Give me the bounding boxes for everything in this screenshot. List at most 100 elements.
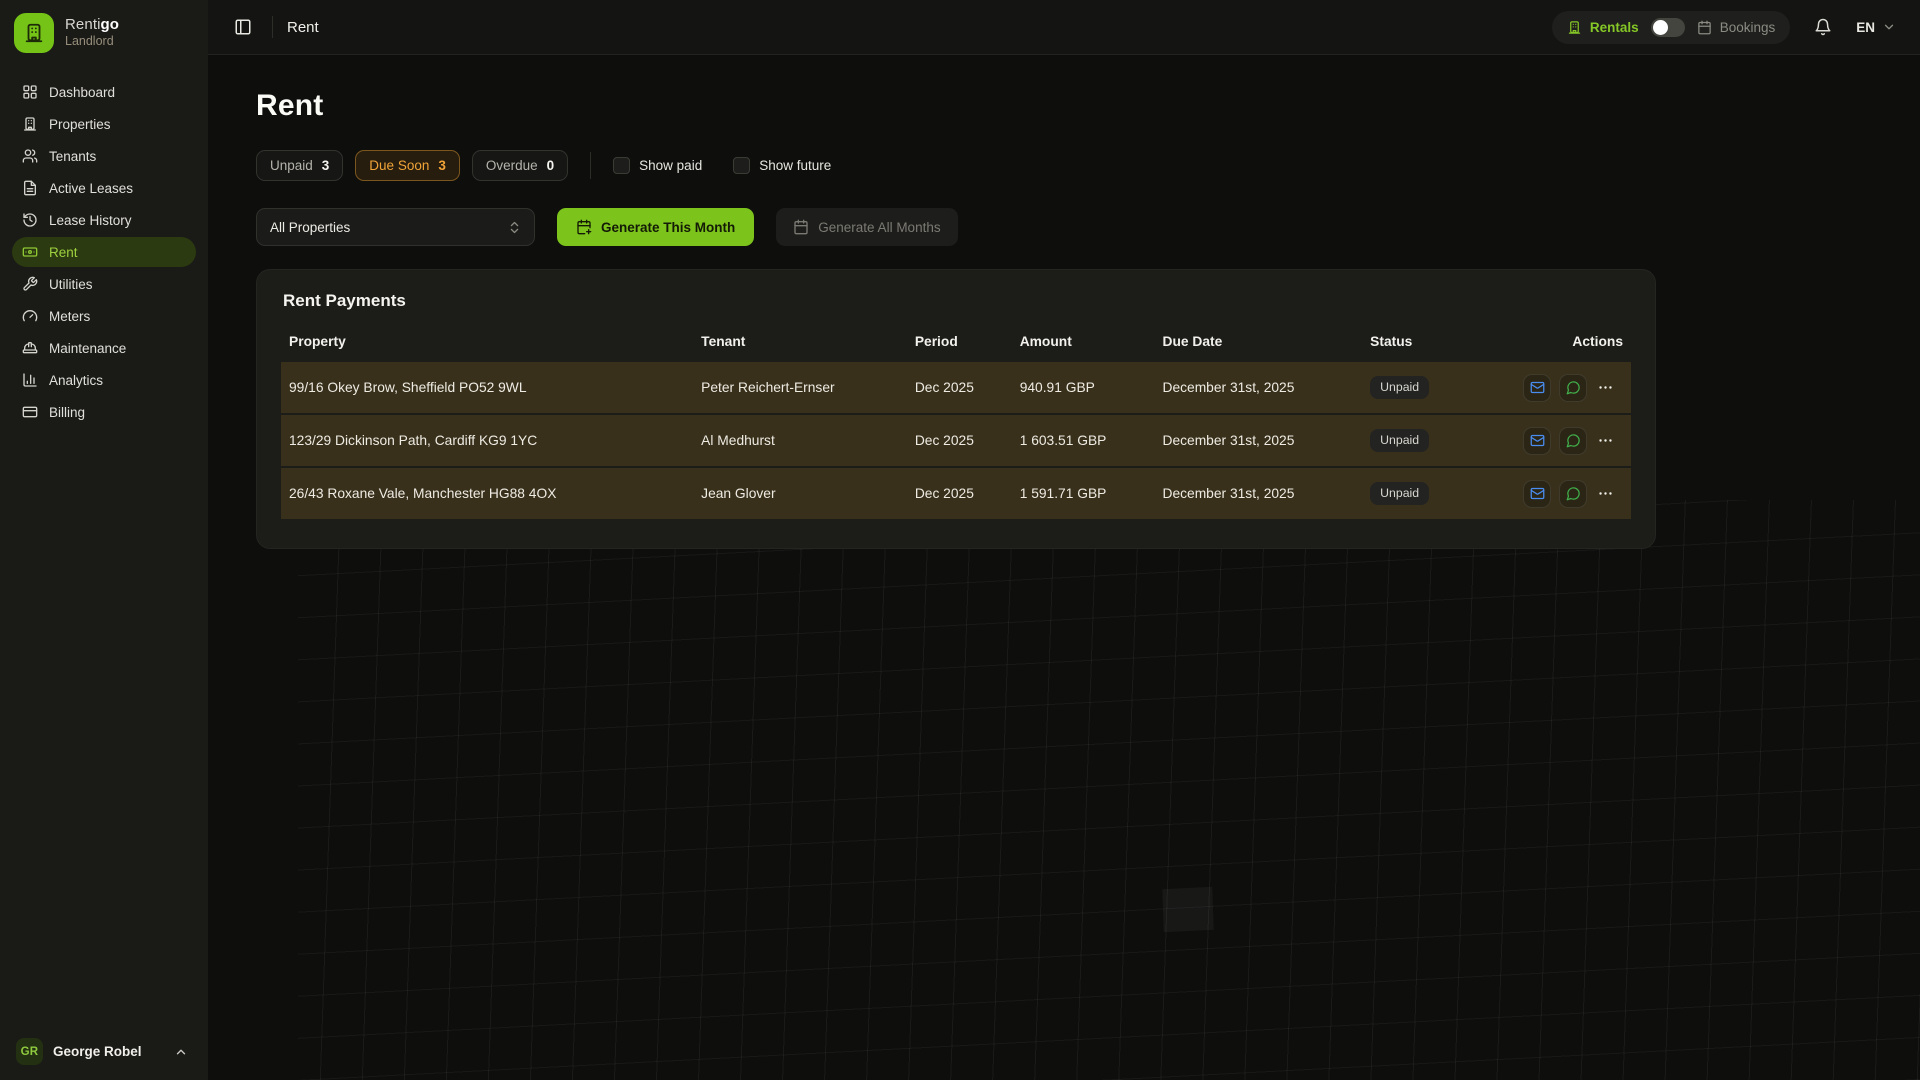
sidebar-item-active-leases[interactable]: Active Leases — [12, 173, 196, 203]
sidebar-toggle-button[interactable] — [228, 12, 258, 42]
hard-hat-icon — [22, 340, 38, 356]
mail-icon — [1530, 433, 1545, 448]
sidebar-item-analytics[interactable]: Analytics — [12, 365, 196, 395]
show-future-checkbox[interactable] — [733, 157, 750, 174]
column-header-period: Period — [907, 321, 1012, 360]
status-badge: Unpaid — [1370, 376, 1429, 399]
toggle-knob — [1653, 20, 1668, 35]
email-action-button[interactable] — [1523, 374, 1551, 402]
cell-status: Unpaid — [1362, 468, 1512, 519]
column-header-tenant: Tenant — [693, 321, 907, 360]
cell-due-date: December 31st, 2025 — [1154, 362, 1362, 413]
generate-this-month-button[interactable]: Generate This Month — [557, 208, 754, 246]
sidebar-item-label: Properties — [49, 117, 111, 132]
show-paid-checkbox[interactable] — [613, 157, 630, 174]
message-circle-icon — [1566, 380, 1581, 395]
cell-property: 26/43 Roxane Vale, Manchester HG88 4OX — [281, 468, 693, 519]
message-action-button[interactable] — [1559, 374, 1587, 402]
show-future-label: Show future — [759, 158, 831, 173]
building-icon — [1567, 20, 1582, 35]
show-paid-toggle[interactable]: Show paid — [613, 157, 702, 174]
filter-chip-due-soon[interactable]: Due Soon 3 — [355, 150, 460, 181]
cell-tenant: Peter Reichert-Ernser — [693, 362, 907, 413]
chevron-up-icon — [174, 1045, 188, 1059]
generate-this-month-label: Generate This Month — [601, 220, 735, 235]
filter-chip-count: 0 — [547, 158, 555, 173]
brand: Rentigo Landlord — [0, 0, 208, 65]
email-action-button[interactable] — [1523, 480, 1551, 508]
calendar-icon — [793, 219, 809, 235]
sidebar-item-maintenance[interactable]: Maintenance — [12, 333, 196, 363]
sidebar-item-utilities[interactable]: Utilities — [12, 269, 196, 299]
sidebar-item-tenants[interactable]: Tenants — [12, 141, 196, 171]
cell-property: 123/29 Dickinson Path, Cardiff KG9 1YC — [281, 415, 693, 466]
user-name: George Robel — [53, 1044, 164, 1059]
mode-rentals-label: Rentals — [1590, 20, 1639, 35]
cell-period: Dec 2025 — [907, 362, 1012, 413]
cell-amount: 1 591.71 GBP — [1012, 468, 1155, 519]
mode-bookings[interactable]: Bookings — [1697, 20, 1776, 35]
filter-chip-count: 3 — [322, 158, 330, 173]
sidebar-item-meters[interactable]: Meters — [12, 301, 196, 331]
calendar-icon — [1697, 20, 1712, 35]
mode-bookings-label: Bookings — [1720, 20, 1776, 35]
mode-rentals[interactable]: Rentals — [1567, 20, 1639, 35]
filter-chip-unpaid[interactable]: Unpaid 3 — [256, 150, 343, 181]
sidebar-item-label: Active Leases — [49, 181, 133, 196]
property-select-value: All Properties — [270, 220, 350, 235]
brand-subtitle: Landlord — [65, 34, 119, 50]
notifications-button[interactable] — [1810, 14, 1836, 40]
filter-chip-label: Due Soon — [369, 158, 429, 173]
gauge-icon — [22, 308, 38, 324]
column-header-due-date: Due Date — [1154, 321, 1362, 360]
status-badge: Unpaid — [1370, 482, 1429, 505]
file-text-icon — [22, 180, 38, 196]
mail-icon — [1530, 486, 1545, 501]
sidebar-item-label: Meters — [49, 309, 90, 324]
message-action-button[interactable] — [1559, 427, 1587, 455]
message-circle-icon — [1566, 433, 1581, 448]
calendar-plus-icon — [576, 219, 592, 235]
filter-row: Unpaid 3 Due Soon 3 Overdue 0 Show paid — [256, 150, 1872, 181]
row-menu-button[interactable] — [1595, 375, 1616, 400]
sidebar-item-rent[interactable]: Rent — [12, 237, 196, 267]
rent-payments-card: Rent Payments Property Tenant Period Amo… — [256, 269, 1656, 549]
show-paid-label: Show paid — [639, 158, 702, 173]
generate-all-months-button[interactable]: Generate All Months — [776, 208, 957, 246]
filter-chip-count: 3 — [438, 158, 446, 173]
row-menu-button[interactable] — [1595, 481, 1616, 506]
user-menu[interactable]: GR George Robel — [0, 1026, 208, 1080]
banknote-icon — [22, 244, 38, 260]
email-action-button[interactable] — [1523, 427, 1551, 455]
sidebar-item-label: Tenants — [49, 149, 96, 164]
property-select[interactable]: All Properties — [256, 208, 535, 246]
building-icon — [22, 116, 38, 132]
sidebar-item-dashboard[interactable]: Dashboard — [12, 77, 196, 107]
mode-switcher: Rentals Bookings — [1552, 11, 1790, 44]
message-action-button[interactable] — [1559, 480, 1587, 508]
table-row: 26/43 Roxane Vale, Manchester HG88 4OX J… — [281, 468, 1631, 519]
filter-chip-overdue[interactable]: Overdue 0 — [472, 150, 568, 181]
avatar: GR — [16, 1038, 43, 1065]
bar-chart-icon — [22, 372, 38, 388]
language-selector[interactable]: EN — [1856, 20, 1896, 35]
show-future-toggle[interactable]: Show future — [733, 157, 831, 174]
mode-toggle[interactable] — [1651, 18, 1685, 37]
sidebar-item-properties[interactable]: Properties — [12, 109, 196, 139]
sidebar-item-billing[interactable]: Billing — [12, 397, 196, 427]
cell-due-date: December 31st, 2025 — [1154, 415, 1362, 466]
status-badge: Unpaid — [1370, 429, 1429, 452]
cell-period: Dec 2025 — [907, 415, 1012, 466]
cell-tenant: Al Medhurst — [693, 415, 907, 466]
column-header-property: Property — [281, 321, 693, 360]
filter-chip-label: Overdue — [486, 158, 538, 173]
cell-due-date: December 31st, 2025 — [1154, 468, 1362, 519]
sidebar-item-lease-history[interactable]: Lease History — [12, 205, 196, 235]
row-menu-button[interactable] — [1595, 428, 1616, 453]
cell-status: Unpaid — [1362, 362, 1512, 413]
controls-row: All Properties Generate This Month Gener… — [256, 208, 1872, 246]
page-content: Rent Unpaid 3 Due Soon 3 Overdue 0 Show — [208, 55, 1920, 1080]
table-header-row: Property Tenant Period Amount Due Date S… — [281, 321, 1631, 360]
topbar-right: Rentals Bookings EN — [1552, 11, 1896, 44]
mail-icon — [1530, 380, 1545, 395]
